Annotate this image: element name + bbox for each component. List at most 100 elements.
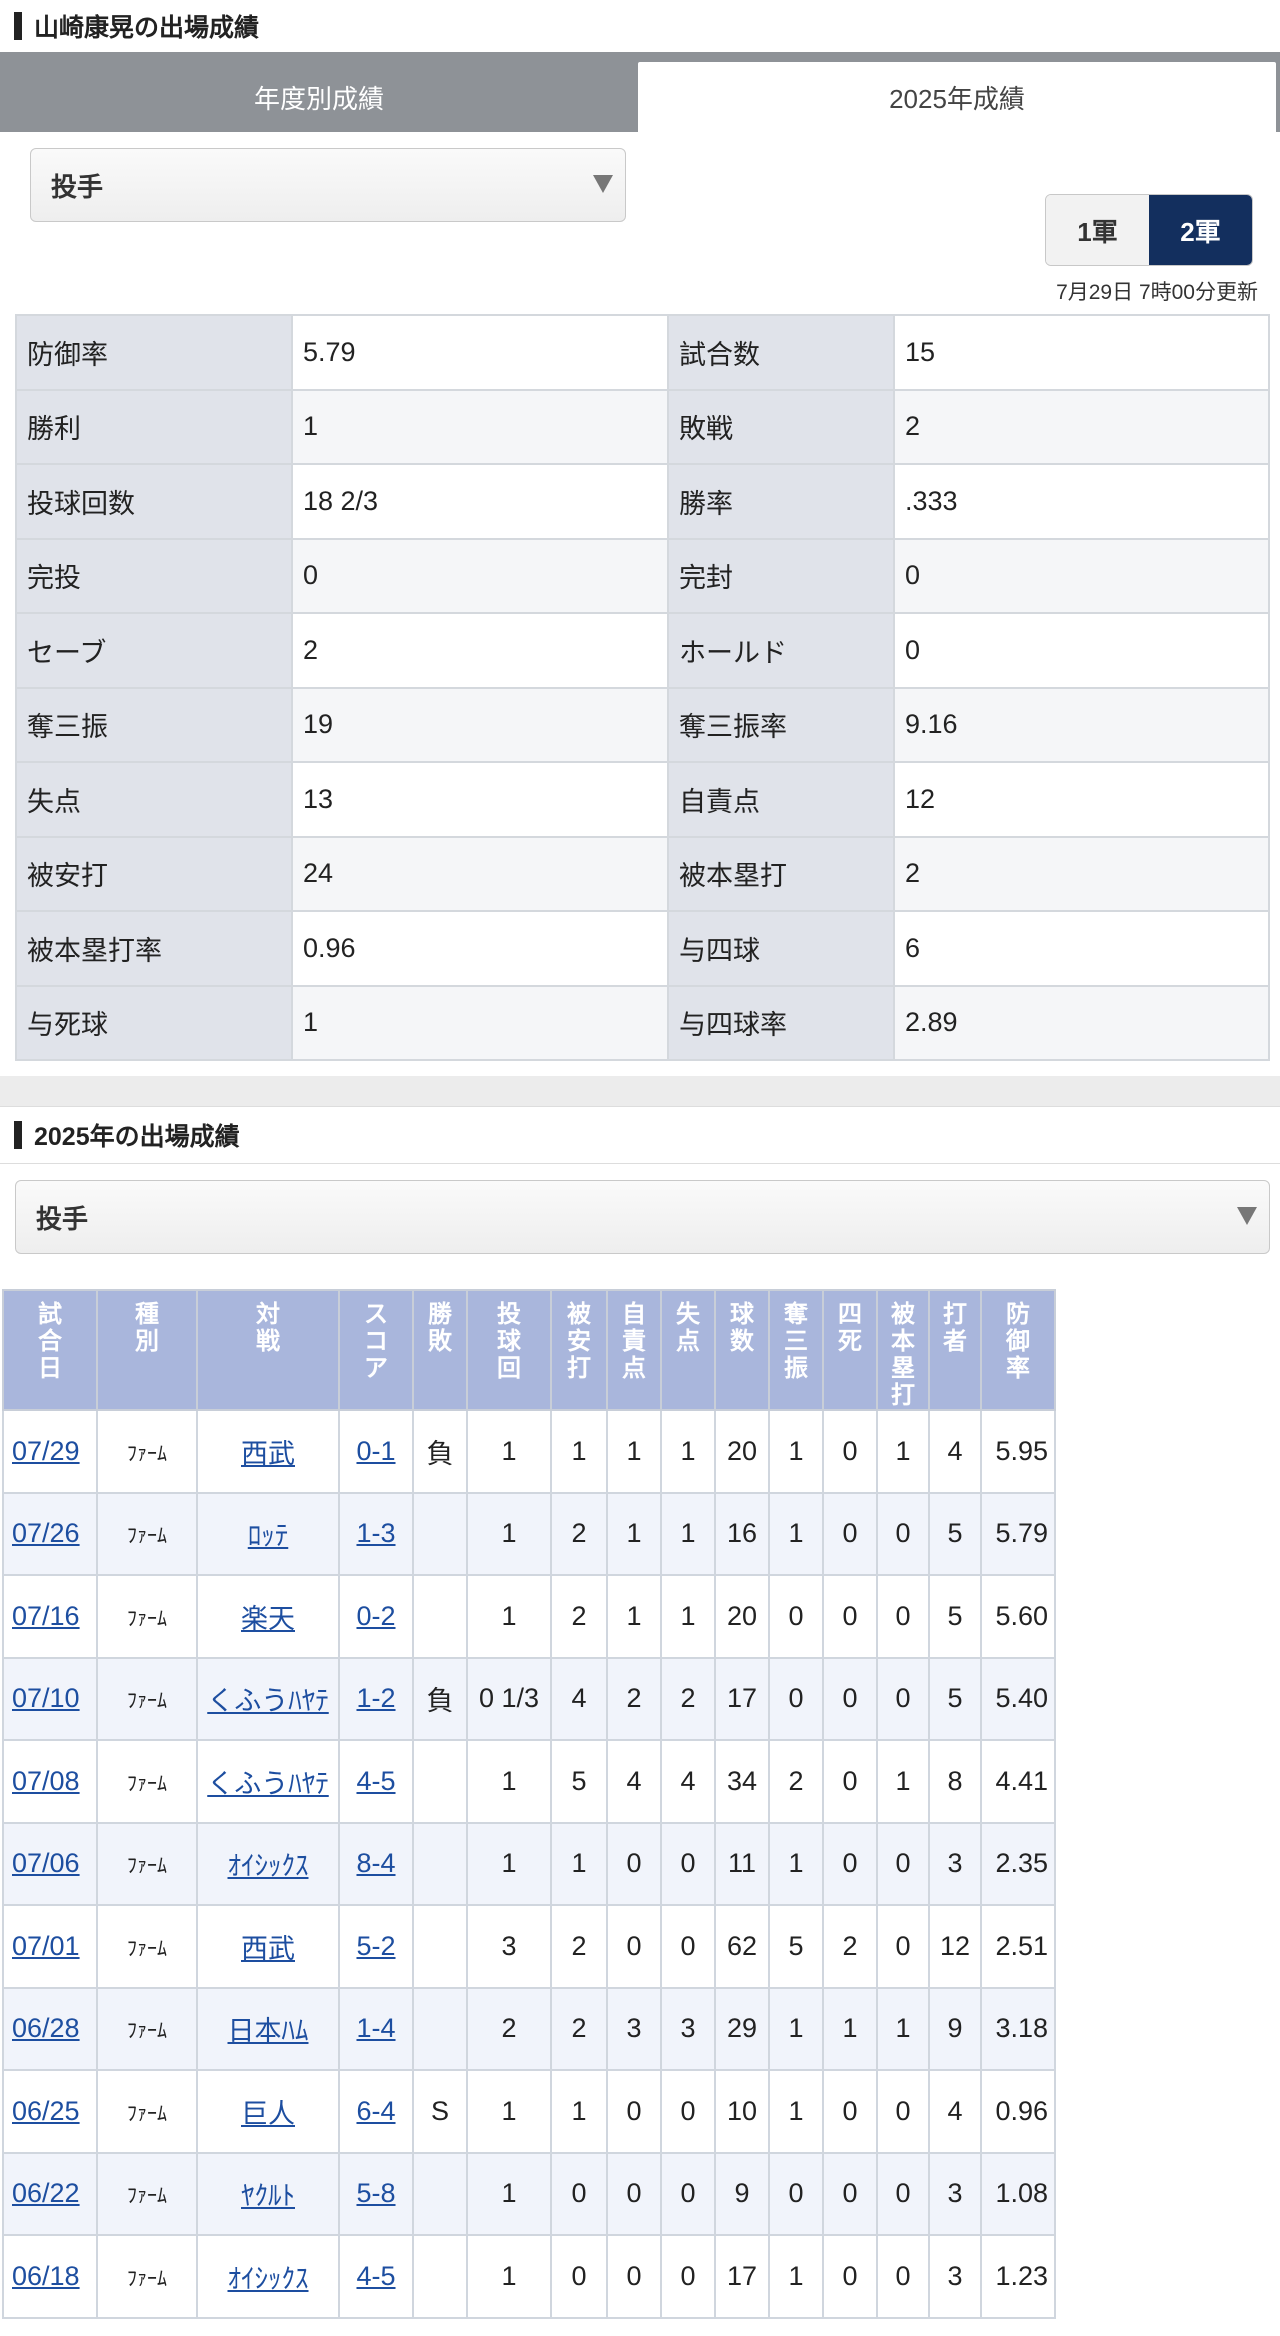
game-date-link[interactable]: 06/18 [12, 2261, 80, 2291]
score-link[interactable]: 6-4 [356, 2096, 395, 2126]
score-link[interactable]: 0-2 [356, 1601, 395, 1631]
stat-value: 24 [291, 835, 669, 912]
column-header: 防御率 [980, 1289, 1056, 1411]
stat-label: 与四球率 [667, 984, 895, 1061]
stat-label: 奪三振 [15, 686, 293, 763]
walks-cell: 0 [822, 1821, 878, 1906]
score-cell: 1-4 [338, 1986, 414, 2071]
innings-cell: 1 [466, 1739, 552, 1824]
runs-cell: 2 [660, 1656, 716, 1741]
stat-value: 6 [893, 910, 1270, 987]
score-link[interactable]: 1-3 [356, 1518, 395, 1548]
earned-runs-cell: 3 [606, 1986, 662, 2071]
game-position-select[interactable]: 投手 [15, 1180, 1270, 1254]
pitches-cell: 17 [714, 1656, 770, 1741]
tab-2025[interactable]: 2025年成績 [638, 62, 1276, 132]
opponent-cell: 西武 [196, 1904, 340, 1989]
result-cell [412, 1739, 468, 1824]
game-date-link[interactable]: 06/25 [12, 2096, 80, 2126]
era-cell: 1.23 [980, 2234, 1056, 2319]
stats-row: 被本塁打率 0.96 与四球 6 [15, 910, 1270, 987]
score-link[interactable]: 0-1 [356, 1436, 395, 1466]
walks-cell: 0 [822, 1409, 878, 1494]
stat-label: 被安打 [15, 835, 293, 912]
game-date-cell: 06/18 [2, 2234, 98, 2319]
earned-runs-cell: 0 [606, 2151, 662, 2236]
game-date-link[interactable]: 06/22 [12, 2178, 80, 2208]
game-date-link[interactable]: 07/10 [12, 1683, 80, 1713]
score-link[interactable]: 4-5 [356, 2261, 395, 2291]
opponent-link[interactable]: 巨人 [241, 2099, 295, 2129]
home-runs-cell: 1 [876, 1739, 930, 1824]
game-type-cell: ﾌｧｰﾑ [96, 1739, 198, 1824]
opponent-link[interactable]: 日本ﾊﾑ [228, 2016, 309, 2046]
runs-cell: 1 [660, 1491, 716, 1576]
tab-yearly[interactable]: 年度別成績 [0, 62, 638, 132]
opponent-link[interactable]: 西武 [241, 1439, 295, 1469]
stat-value: 19 [291, 686, 669, 763]
stat-label: 奪三振率 [667, 686, 895, 763]
walks-cell: 0 [822, 2234, 878, 2319]
opponent-link[interactable]: 西武 [241, 1934, 295, 1964]
game-position-select-value: 投手 [36, 1203, 89, 1234]
opponent-link[interactable]: ｵｲｼｯｸｽ [228, 1851, 309, 1881]
opponent-link[interactable]: ｵｲｼｯｸｽ [228, 2264, 309, 2294]
opponent-cell: 楽天 [196, 1574, 340, 1659]
stat-label: 失点 [15, 761, 293, 838]
score-cell: 4-5 [338, 1739, 414, 1824]
score-link[interactable]: 5-8 [356, 2178, 395, 2208]
strikeouts-cell: 2 [768, 1739, 824, 1824]
score-link[interactable]: 4-5 [356, 1766, 395, 1796]
walks-cell: 0 [822, 1574, 878, 1659]
game-date-link[interactable]: 07/29 [12, 1436, 80, 1466]
score-cell: 1-3 [338, 1491, 414, 1576]
home-runs-cell: 0 [876, 1904, 930, 1989]
team-level-toggle: 1軍 2軍 [1045, 194, 1253, 266]
season-stats-table: 防御率 5.79 試合数 15 勝利 1 敗戦 2 投球回数 18 2/3 勝率 .333 完投 0 完封 0… [15, 314, 1270, 1061]
column-header: 失点 [660, 1289, 716, 1411]
innings-cell: 1 [466, 2151, 552, 2236]
stats-row: 勝利 1 敗戦 2 [15, 388, 1270, 465]
game-date-link[interactable]: 07/16 [12, 1601, 80, 1631]
strikeouts-cell: 5 [768, 1904, 824, 1989]
opponent-link[interactable]: くふうﾊﾔﾃ [207, 1686, 329, 1716]
opponent-link[interactable]: ﾔｸﾙﾄ [241, 2181, 295, 2211]
innings-cell: 1 [466, 1409, 552, 1494]
innings-cell: 1 [466, 1821, 552, 1906]
walks-cell: 0 [822, 2069, 878, 2154]
score-link[interactable]: 1-2 [356, 1683, 395, 1713]
score-link[interactable]: 1-4 [356, 2013, 395, 2043]
score-link[interactable]: 8-4 [356, 1848, 395, 1878]
stat-value: 0.96 [291, 910, 669, 987]
position-select[interactable]: 投手 [30, 148, 626, 222]
batters-cell: 4 [928, 1409, 982, 1494]
hits-cell: 1 [550, 2069, 608, 2154]
game-date-link[interactable]: 07/26 [12, 1518, 80, 1548]
stat-label: 試合数 [667, 314, 895, 391]
pitches-cell: 29 [714, 1986, 770, 2071]
stat-value: 0 [893, 537, 1270, 614]
column-header: 球数 [714, 1289, 770, 1411]
opponent-link[interactable]: ﾛｯﾃ [248, 1521, 289, 1551]
game-date-link[interactable]: 07/01 [12, 1931, 80, 1961]
result-cell: 負 [412, 1409, 468, 1494]
game-type-cell: ﾌｧｰﾑ [96, 1656, 198, 1741]
runs-cell: 0 [660, 1821, 716, 1906]
stats-row: 投球回数 18 2/3 勝率 .333 [15, 463, 1270, 540]
toggle-2gun-button[interactable]: 2軍 [1149, 195, 1252, 265]
opponent-link[interactable]: 楽天 [241, 1604, 295, 1634]
game-date-link[interactable]: 06/28 [12, 2013, 80, 2043]
walks-cell: 0 [822, 2151, 878, 2236]
innings-cell: 1 [466, 2069, 552, 2154]
game-type-cell: ﾌｧｰﾑ [96, 1491, 198, 1576]
toggle-1gun-button[interactable]: 1軍 [1046, 195, 1149, 265]
section2-title: 2025年の出場成績 [34, 1123, 240, 1151]
game-date-cell: 07/08 [2, 1739, 98, 1824]
era-cell: 5.60 [980, 1574, 1056, 1659]
column-header: 自責点 [606, 1289, 662, 1411]
score-link[interactable]: 5-2 [356, 1931, 395, 1961]
stats-row: 被安打 24 被本塁打 2 [15, 835, 1270, 912]
game-date-link[interactable]: 07/08 [12, 1766, 80, 1796]
game-date-link[interactable]: 07/06 [12, 1848, 80, 1878]
opponent-link[interactable]: くふうﾊﾔﾃ [207, 1769, 329, 1799]
